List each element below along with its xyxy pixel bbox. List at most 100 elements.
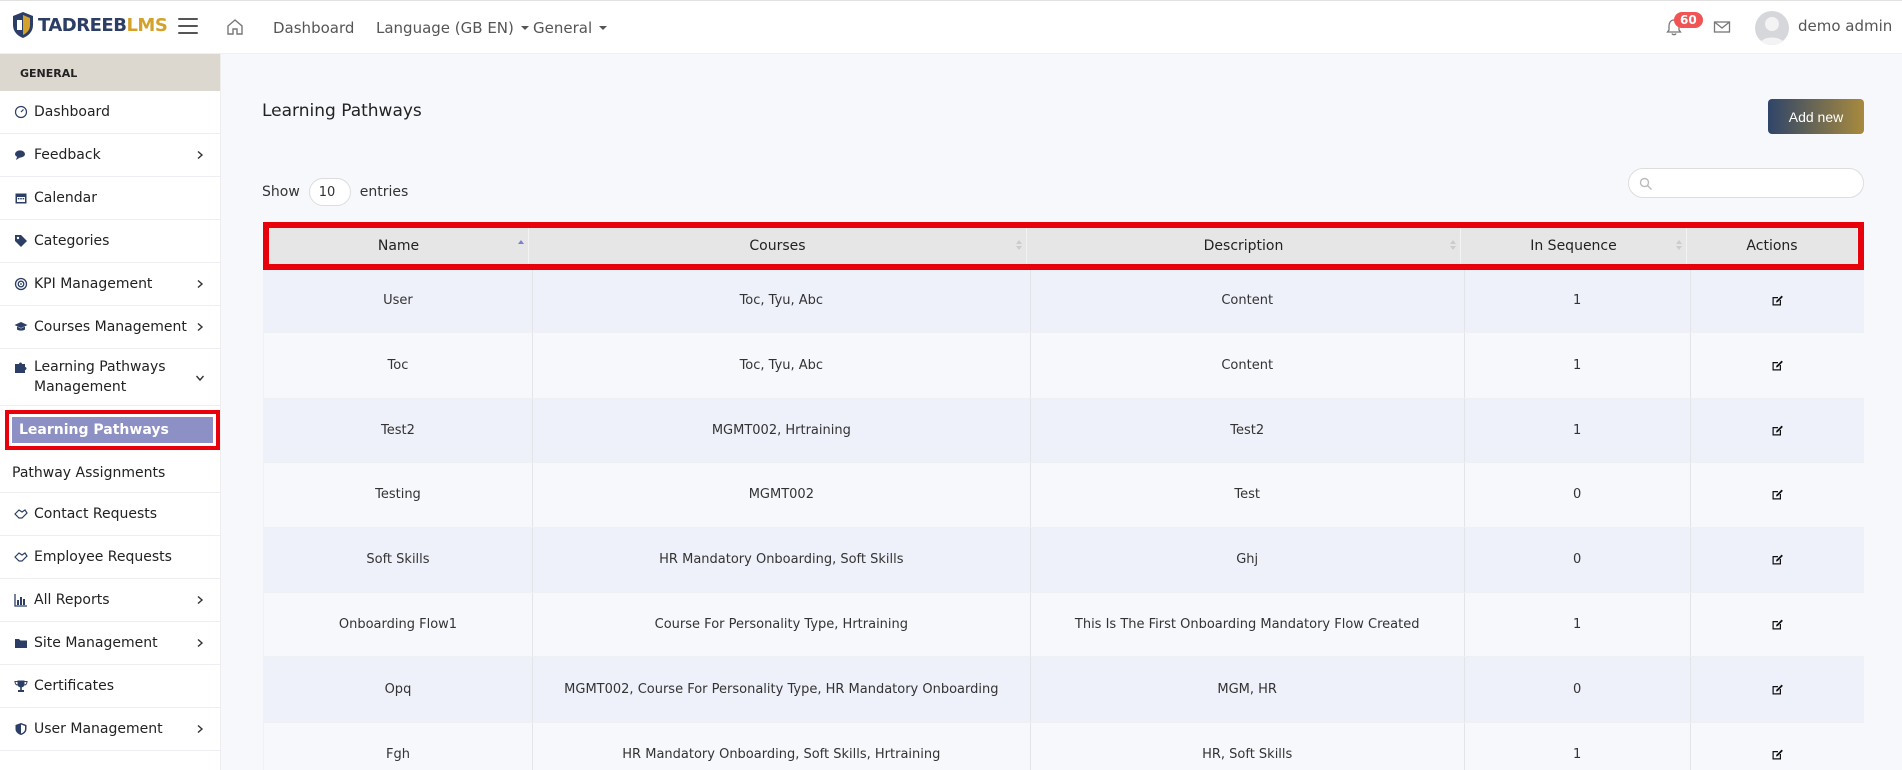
cell-name: Onboarding Flow1 — [263, 592, 533, 657]
sidebar-item-courses-management[interactable]: Courses Management — [0, 306, 220, 349]
graduation-cap-icon — [14, 322, 28, 331]
gauge-icon — [14, 105, 28, 119]
edit-icon[interactable] — [1771, 488, 1784, 501]
sidebar-item-site-management[interactable]: Site Management — [0, 622, 220, 665]
sidebar-item-dashboard[interactable]: Dashboard — [0, 91, 220, 134]
sidebar-item-categories[interactable]: Categories — [0, 220, 220, 263]
mail-icon[interactable] — [1713, 19, 1731, 35]
user-avatar-icon — [1759, 17, 1785, 45]
sidebar-item-label: Contact Requests — [34, 506, 158, 522]
entries-length-control: Show 10 entries — [262, 178, 408, 206]
edit-icon[interactable] — [1771, 359, 1784, 372]
sort-icon — [1450, 240, 1456, 250]
table-row: Toc Toc, Tyu, Abc Content 1 — [263, 332, 1864, 399]
cell-name: Testing — [263, 462, 533, 528]
language-dropdown[interactable]: Language (GB EN) — [376, 1, 529, 55]
sidebar-item-certificates[interactable]: Certificates — [0, 665, 220, 708]
sidebar-item-user-management[interactable]: User Management — [0, 708, 220, 751]
sidebar-item-feedback[interactable]: Feedback — [0, 134, 220, 177]
cell-actions — [1690, 592, 1864, 657]
entries-select[interactable]: 10 — [308, 178, 351, 206]
sidebar-item-employee-requests[interactable]: Employee Requests — [0, 536, 220, 579]
column-header-in-sequence[interactable]: In Sequence — [1461, 228, 1687, 264]
sidebar: GENERAL Dashboard Feedback Calendar Cate… — [0, 54, 221, 770]
sort-icon — [1676, 240, 1682, 250]
avatar[interactable] — [1755, 11, 1789, 45]
shield-logo-icon — [13, 12, 33, 38]
column-header-courses[interactable]: Courses — [529, 228, 1027, 264]
sidebar-item-label: Categories — [34, 233, 110, 249]
trophy-icon — [14, 680, 28, 692]
cell-in-sequence: 0 — [1464, 527, 1691, 593]
sidebar-item-kpi-management[interactable]: KPI Management — [0, 263, 220, 306]
pathways-table: Name Courses Description In Sequence Act… — [263, 222, 1864, 770]
column-header-description[interactable]: Description — [1027, 228, 1461, 264]
edit-icon[interactable] — [1771, 553, 1784, 566]
cell-name: Toc — [263, 332, 533, 399]
handshake-icon — [14, 509, 28, 519]
column-header-actions: Actions — [1687, 228, 1858, 264]
folder-icon — [15, 639, 27, 648]
table-row: Soft Skills HR Mandatory Onboarding, Soft… — [263, 527, 1864, 593]
edit-icon[interactable] — [1771, 748, 1784, 761]
sidebar-item-label: Learning Pathways Management — [34, 359, 166, 395]
sidebar-item-calendar[interactable]: Calendar — [0, 177, 220, 220]
table-header-row: Name Courses Description In Sequence Act… — [263, 222, 1864, 270]
cell-name: Fgh — [263, 722, 533, 770]
sidebar-item-contact-requests[interactable]: Contact Requests — [0, 493, 220, 536]
home-icon[interactable] — [225, 17, 245, 37]
cell-description: Test — [1030, 462, 1465, 528]
cell-in-sequence: 1 — [1464, 592, 1691, 657]
cell-courses: MGMT002, Hrtraining — [532, 398, 1031, 463]
app-logo[interactable]: TADREEBLMS — [12, 11, 168, 39]
caret-down-icon — [520, 26, 529, 30]
menu-toggle-icon[interactable] — [178, 18, 198, 36]
general-dropdown[interactable]: General — [533, 1, 608, 55]
edit-icon[interactable] — [1771, 294, 1784, 307]
bar-chart-icon — [14, 594, 27, 607]
cell-in-sequence: 0 — [1464, 656, 1691, 723]
logo-text: TADREEBLMS — [38, 14, 168, 36]
table-search[interactable] — [1628, 168, 1864, 198]
cell-courses: Course For Personality Type, Hrtraining — [532, 592, 1031, 657]
column-header-name[interactable]: Name — [269, 228, 529, 264]
nav-dashboard[interactable]: Dashboard — [273, 1, 354, 55]
cell-in-sequence: 1 — [1464, 332, 1691, 399]
chevron-right-icon — [197, 725, 204, 733]
table-body: User Toc, Tyu, Abc Content 1 Toc Toc, Tyu, Ab… — [263, 270, 1864, 770]
cell-description: This Is The First Onboarding Mandatory F… — [1030, 592, 1465, 657]
cell-courses: MGMT002 — [532, 462, 1031, 528]
chevron-right-icon — [197, 639, 204, 647]
cell-description: Content — [1030, 270, 1465, 333]
edit-icon[interactable] — [1771, 618, 1784, 631]
table-row: Fgh HR Mandatory Onboarding, Soft Skills,… — [263, 722, 1864, 770]
cell-actions — [1690, 656, 1864, 723]
sidebar-section-general: GENERAL — [0, 54, 220, 91]
edit-icon[interactable] — [1771, 424, 1784, 437]
entries-label: entries — [359, 184, 409, 200]
sidebar-item-all-reports[interactable]: All Reports — [0, 579, 220, 622]
chevron-right-icon — [197, 151, 204, 159]
top-bar: TADREEBLMS Dashboard Language (GB EN) Ge… — [0, 0, 1902, 54]
sort-icon — [1016, 240, 1022, 250]
sidebar-item-label: KPI Management — [34, 276, 153, 292]
cell-actions — [1690, 398, 1864, 463]
cell-in-sequence: 1 — [1464, 270, 1691, 333]
cell-description: Ghj — [1030, 527, 1465, 593]
sidebar-subitem-learning-pathways[interactable]: Learning Pathways — [5, 410, 220, 450]
cell-courses: HR Mandatory Onboarding, Soft Skills, Hr… — [532, 722, 1031, 770]
comments-icon — [15, 150, 25, 160]
sidebar-subitem-label: Learning Pathways — [12, 417, 213, 443]
edit-icon[interactable] — [1771, 683, 1784, 696]
add-new-button[interactable]: Add new — [1768, 99, 1864, 134]
cell-name: Opq — [263, 656, 533, 723]
cell-name: Test2 — [263, 398, 533, 463]
cell-courses: Toc, Tyu, Abc — [532, 270, 1031, 333]
table-row: Onboarding Flow1 Course For Personality T… — [263, 592, 1864, 657]
sidebar-subitem-pathway-assignments[interactable]: Pathway Assignments — [0, 454, 220, 493]
caret-down-icon — [599, 26, 608, 30]
sidebar-item-learning-pathways-management[interactable]: Learning Pathways Management — [0, 349, 220, 406]
username[interactable]: demo admin — [1798, 17, 1892, 35]
search-input[interactable] — [1659, 174, 1855, 194]
chevron-down-icon — [196, 375, 204, 382]
